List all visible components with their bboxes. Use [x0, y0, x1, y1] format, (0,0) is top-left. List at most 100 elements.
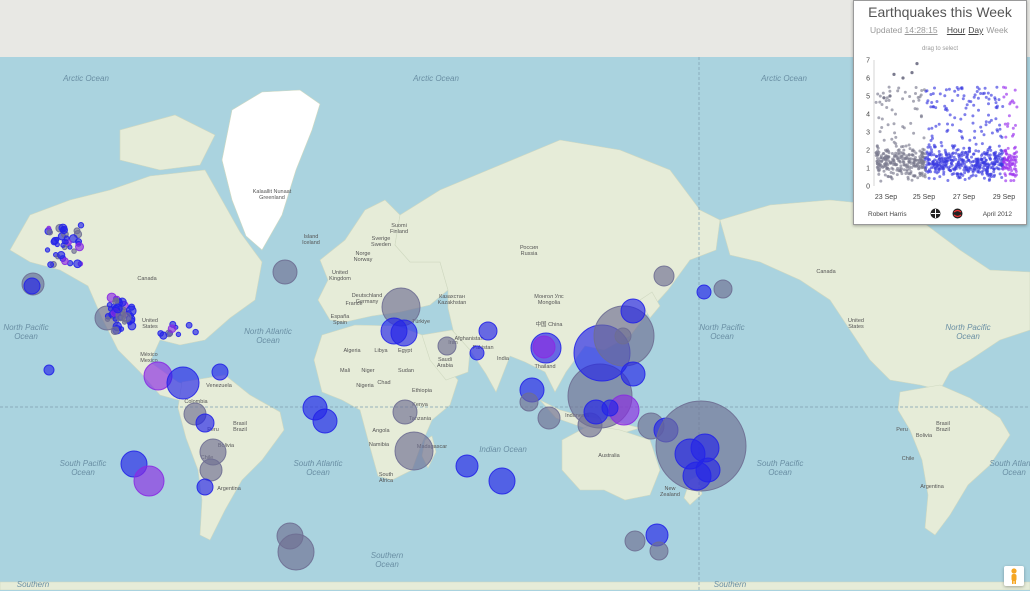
earthquake-marker[interactable]: [624, 530, 646, 552]
earthquake-marker[interactable]: [488, 467, 516, 495]
scatter-point: [942, 163, 946, 167]
scatter-point: [949, 169, 953, 173]
earthquake-marker[interactable]: [690, 433, 720, 463]
earthquake-marker[interactable]: [277, 533, 315, 571]
x-tick-label: 27 Sep: [953, 194, 975, 201]
earthquake-marker[interactable]: [478, 321, 498, 341]
earthquake-marker[interactable]: [127, 321, 137, 331]
scatter-point: [965, 155, 968, 159]
earthquake-marker[interactable]: [695, 457, 721, 483]
earthquake-marker[interactable]: [54, 241, 60, 248]
scatter-point: [987, 178, 991, 182]
earthquake-marker[interactable]: [57, 250, 66, 260]
country-label: Монгол Улс Mongolia: [534, 294, 564, 306]
earthquake-marker[interactable]: [110, 326, 120, 335]
earthquake-marker[interactable]: [133, 465, 165, 497]
earthquake-marker[interactable]: [54, 236, 60, 243]
scatter-point: [879, 179, 883, 183]
scatter-point: [887, 85, 891, 89]
scatter-point: [982, 133, 986, 137]
earthquake-marker[interactable]: [620, 298, 646, 324]
earthquake-marker[interactable]: [532, 335, 556, 359]
scatter-point: [977, 167, 981, 171]
scatter-point: [999, 163, 1003, 167]
scatter-point: [899, 164, 903, 168]
scatter-point: [930, 126, 934, 130]
earthquake-marker[interactable]: [649, 541, 669, 561]
earthquake-marker[interactable]: [713, 279, 733, 299]
scatter-point: [944, 152, 948, 155]
scatter-point: [973, 129, 977, 133]
globe-icon-1[interactable]: [930, 208, 941, 221]
scatter-point: [923, 168, 927, 172]
earthquake-marker[interactable]: [167, 324, 177, 333]
scatter-point: [886, 123, 890, 127]
earthquake-marker[interactable]: [614, 327, 632, 345]
earthquake-marker[interactable]: [46, 229, 54, 236]
magnitude-scatter-chart[interactable]: 0 1 2 3 4 5 6 7 23 Sep 25 Sep 27 Sep 29 Sep: [854, 1, 1026, 211]
scatter-point: [971, 114, 975, 118]
earthquake-marker[interactable]: [199, 458, 223, 482]
earthquake-marker[interactable]: [58, 223, 68, 233]
earthquake-marker[interactable]: [159, 331, 168, 340]
earthquake-marker[interactable]: [394, 431, 434, 471]
scatter-point: [985, 167, 989, 171]
scatter-point: [882, 162, 886, 166]
earthquake-marker[interactable]: [392, 399, 418, 425]
scatter-point: [876, 153, 879, 157]
earthquake-marker[interactable]: [23, 277, 41, 295]
globe-icon-2[interactable]: [952, 208, 963, 221]
earthquake-marker[interactable]: [44, 247, 51, 253]
earthquake-marker[interactable]: [107, 306, 114, 312]
scatter-point: [990, 162, 994, 166]
earthquake-marker[interactable]: [192, 328, 199, 336]
earthquake-marker[interactable]: [104, 316, 111, 322]
earthquake-marker[interactable]: [73, 259, 82, 269]
scatter-point: [995, 85, 999, 89]
earthquake-marker[interactable]: [71, 248, 77, 254]
earthquake-marker[interactable]: [175, 331, 182, 338]
earthquake-marker[interactable]: [620, 361, 646, 387]
scatter-point: [908, 147, 912, 151]
earthquake-marker[interactable]: [61, 257, 69, 266]
scatter-point: [888, 89, 892, 93]
earthquake-marker[interactable]: [73, 227, 81, 235]
scatter-point: [927, 143, 931, 147]
x-tick-label: 23 Sep: [875, 194, 897, 201]
earthquake-marker[interactable]: [47, 261, 55, 269]
scatter-point: [968, 138, 972, 142]
scatter-point: [900, 156, 904, 160]
earthquake-marker[interactable]: [469, 345, 485, 361]
earthquake-marker[interactable]: [112, 303, 123, 314]
earthquake-marker[interactable]: [272, 259, 298, 285]
scatter-point: [932, 143, 936, 147]
earthquake-marker[interactable]: [519, 392, 539, 412]
scatter-point: [988, 145, 992, 149]
earthquake-marker[interactable]: [166, 366, 200, 400]
earthquake-marker[interactable]: [128, 303, 136, 311]
pegman-icon[interactable]: [1004, 566, 1024, 586]
earthquake-marker[interactable]: [601, 399, 619, 417]
earthquake-marker[interactable]: [43, 364, 55, 376]
scatter-point: [880, 126, 884, 129]
earthquake-marker[interactable]: [63, 239, 69, 245]
earthquake-marker[interactable]: [211, 363, 229, 381]
earthquake-marker[interactable]: [195, 413, 215, 433]
earthquake-marker[interactable]: [537, 406, 561, 430]
scatter-point: [1012, 132, 1015, 136]
country-label: Namibia: [369, 442, 390, 448]
earthquake-marker[interactable]: [312, 408, 338, 434]
earthquake-marker[interactable]: [75, 242, 84, 252]
earthquake-marker[interactable]: [121, 319, 128, 325]
scatter-point: [954, 151, 958, 155]
earthquake-marker[interactable]: [455, 454, 479, 478]
earthquake-marker[interactable]: [653, 265, 675, 287]
earthquake-marker[interactable]: [437, 336, 457, 356]
country-label: Ethiopia: [412, 388, 433, 394]
earthquake-marker[interactable]: [196, 478, 214, 496]
earthquake-marker[interactable]: [77, 222, 85, 229]
earthquake-marker[interactable]: [185, 321, 193, 329]
scatter-point: [967, 99, 971, 103]
earthquake-marker[interactable]: [390, 319, 418, 347]
earthquake-marker[interactable]: [696, 284, 712, 300]
